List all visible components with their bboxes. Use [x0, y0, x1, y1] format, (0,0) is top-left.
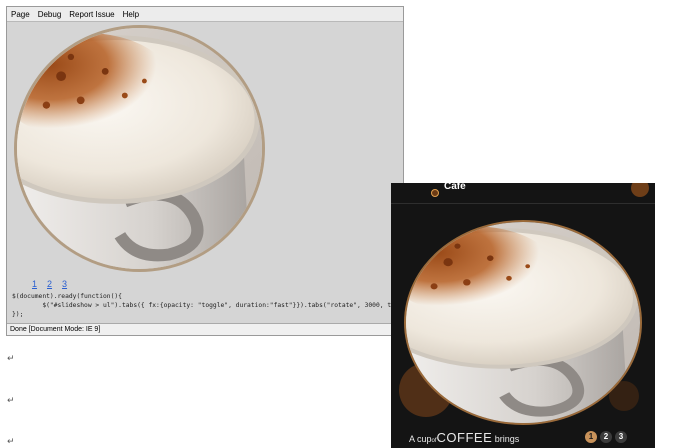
- slideshow-pager: 1 2 3: [32, 279, 67, 289]
- slide-dot-1[interactable]: 1: [585, 431, 597, 443]
- browser-window: Page Debug Report Issue Help 1 2 3 $(doc…: [6, 6, 404, 336]
- code-line: $("#slideshow > ul").tabs({ fx:{opacity:…: [12, 302, 403, 309]
- paragraph-mark: ↵: [7, 437, 15, 447]
- tagline-brings: brings: [494, 434, 520, 444]
- slide-dot-2[interactable]: 2: [600, 431, 612, 443]
- cafe-site-preview: Cafe A cupofCOFFEE brings 1 2 3: [391, 183, 655, 448]
- coffee-slide-image: [404, 220, 642, 425]
- menu-help[interactable]: Help: [123, 10, 139, 19]
- code-line: $(document).ready(function(){: [12, 293, 122, 300]
- paragraph-mark: ↵: [7, 396, 15, 406]
- menu-report-issue[interactable]: Report Issue: [69, 10, 114, 19]
- script-source: $(document).ready(function(){ $("#slides…: [12, 292, 402, 319]
- menu-bar: Page Debug Report Issue Help: [7, 7, 403, 22]
- code-line: });: [12, 311, 24, 318]
- logo-circle-icon: [431, 189, 439, 197]
- menu-page[interactable]: Page: [11, 10, 30, 19]
- slide-dot-3[interactable]: 3: [615, 431, 627, 443]
- decorative-circle: [631, 183, 649, 197]
- pager-link-3[interactable]: 3: [62, 279, 67, 289]
- site-logo[interactable]: Cafe: [444, 183, 466, 192]
- tagline-a-cup: A cup: [409, 434, 432, 444]
- tagline: A cupofCOFFEE brings: [409, 430, 519, 445]
- pager-link-2[interactable]: 2: [47, 279, 52, 289]
- status-bar: Done [Document Mode: IE 9]: [7, 323, 403, 335]
- tagline-coffee: COFFEE: [436, 430, 493, 445]
- menu-debug[interactable]: Debug: [38, 10, 62, 19]
- paragraph-mark: ↵: [7, 354, 15, 364]
- pager-link-1[interactable]: 1: [32, 279, 37, 289]
- slide-indicators: 1 2 3: [585, 431, 627, 443]
- coffee-slide-image: [14, 25, 265, 272]
- header-divider: [391, 203, 655, 204]
